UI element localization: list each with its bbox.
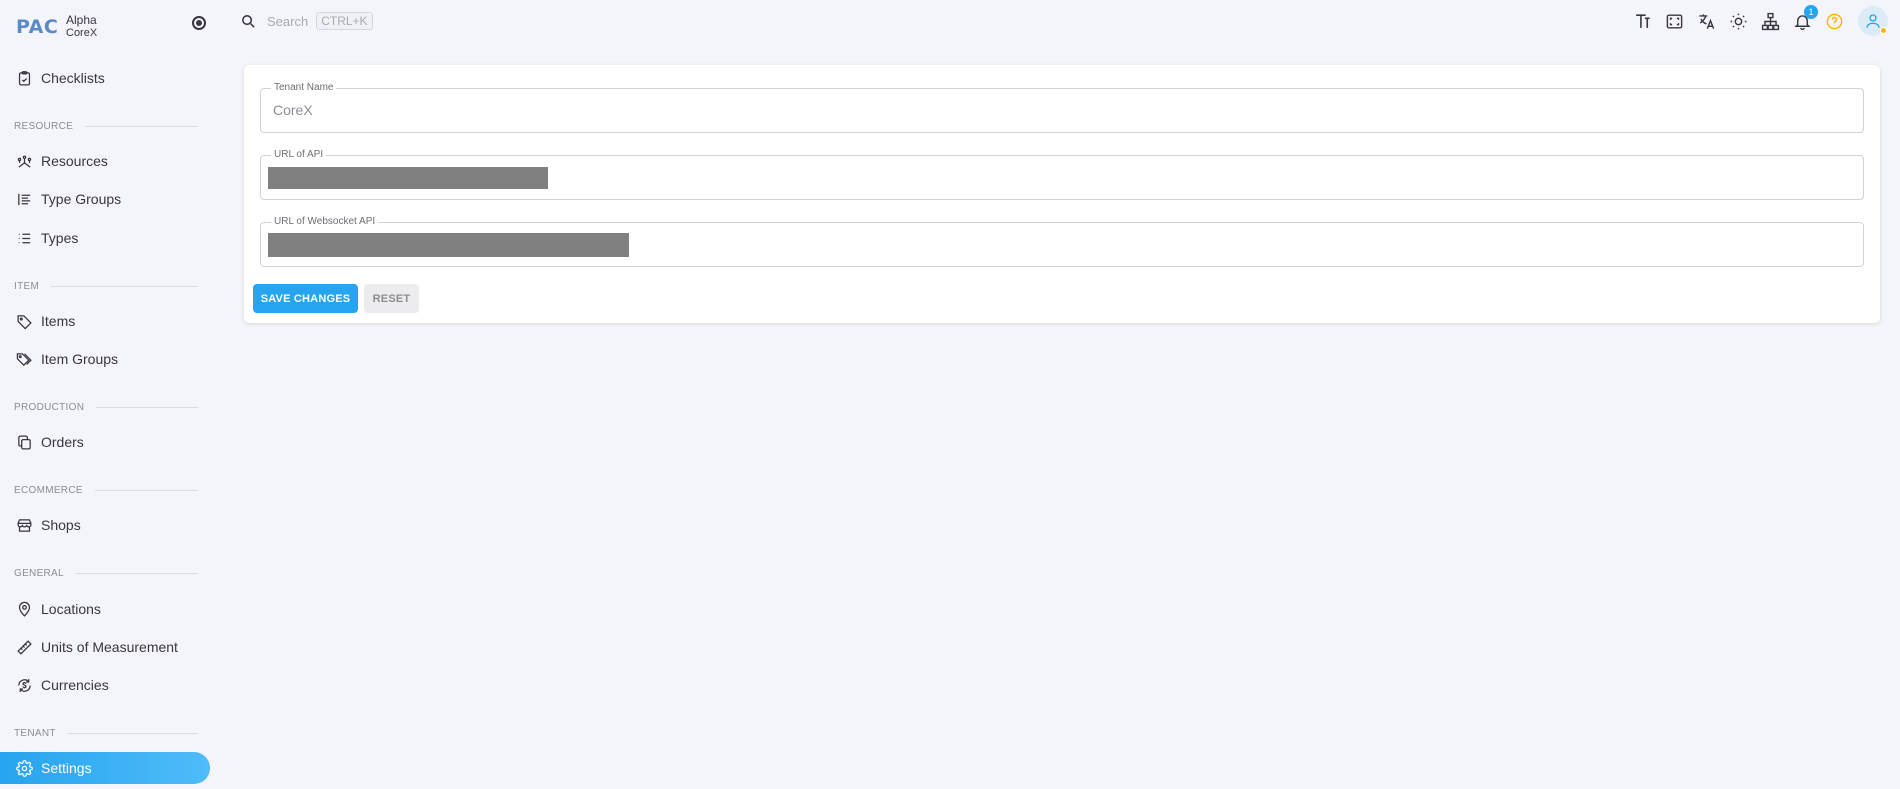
tenant-settings-card: Tenant Name CoreX URL of API URL of Webs… <box>244 65 1880 323</box>
brand-logo: PAC <box>16 16 59 38</box>
sidebar-item-type-groups[interactable]: Type Groups <box>0 183 210 215</box>
checklist-icon <box>18 70 31 86</box>
brand-name: Alpha <box>66 13 97 27</box>
sidebar-pin-icon[interactable] <box>192 16 206 30</box>
api-url-label: URL of API <box>271 149 327 160</box>
sitemap-icon[interactable] <box>1760 11 1780 31</box>
tenant-name-field[interactable]: Tenant Name CoreX <box>260 82 1864 133</box>
sidebar: PAC Alpha CoreX Checklists RESOURCE Reso… <box>0 0 210 789</box>
search-shortcut: CTRL+K <box>316 12 373 30</box>
types-icon <box>18 233 31 243</box>
sidebar-item-types[interactable]: Types <box>0 222 210 254</box>
topbar-actions: 1 <box>1620 5 1888 36</box>
gear-icon <box>16 759 33 777</box>
theme-icon[interactable] <box>1728 11 1748 31</box>
currency-icon <box>18 678 31 692</box>
sidebar-item-locations[interactable]: Locations <box>0 593 210 625</box>
fullscreen-icon[interactable] <box>1664 11 1684 31</box>
search-bar[interactable]: Search CTRL+K <box>240 10 373 32</box>
sidebar-item-label: Currencies <box>41 677 109 693</box>
sidebar-item-orders[interactable]: Orders <box>0 426 210 458</box>
translate-icon[interactable] <box>1696 11 1716 31</box>
api-url-field[interactable]: URL of API <box>260 149 1864 200</box>
sidebar-item-label: Locations <box>41 601 101 617</box>
sidebar-item-item-groups[interactable]: Item Groups <box>0 343 210 375</box>
sidebar-item-shops[interactable]: Shops <box>0 509 210 541</box>
notification-badge: 1 <box>1804 5 1818 19</box>
sidebar-item-label: Type Groups <box>41 191 122 207</box>
sidebar-item-label: Checklists <box>41 70 105 86</box>
bell-icon[interactable]: 1 <box>1792 5 1818 31</box>
sidebar-item-resources[interactable]: Resources <box>0 145 210 177</box>
user-avatar-icon[interactable] <box>1858 6 1888 36</box>
sidebar-item-label: Settings <box>41 760 92 776</box>
websocket-url-field[interactable]: URL of Websocket API <box>260 216 1864 267</box>
sidebar-item-checklists[interactable]: Checklists <box>0 62 210 94</box>
resources-icon <box>17 154 32 168</box>
sidebar-item-label: Resources <box>41 153 108 169</box>
sidebar-item-label: Units of Measurement <box>41 639 178 655</box>
text-size-icon[interactable] <box>1632 11 1652 31</box>
search-icon <box>242 14 255 28</box>
sidebar-item-label: Types <box>41 230 79 246</box>
orders-icon <box>18 434 31 450</box>
reset-button[interactable]: RESET <box>364 284 419 313</box>
type-groups-icon <box>18 193 31 205</box>
section-header-ecommerce: ECOMMERCE <box>14 483 198 497</box>
section-header-tenant: TENANT <box>14 726 198 740</box>
section-header-production: PRODUCTION <box>14 400 198 414</box>
section-header-item: ITEM <box>14 279 198 293</box>
sidebar-item-label: Items <box>41 313 76 329</box>
section-header-general: GENERAL <box>14 566 198 580</box>
sidebar-item-label: Orders <box>41 434 84 450</box>
shop-icon <box>17 518 32 532</box>
ruler-icon <box>17 639 32 655</box>
tags-icon <box>16 352 32 366</box>
sidebar-item-settings[interactable]: Settings <box>0 752 210 784</box>
websocket-url-redacted-value <box>268 233 629 257</box>
brand[interactable]: PAC Alpha CoreX <box>16 10 210 44</box>
websocket-url-label: URL of Websocket API <box>271 216 379 227</box>
sidebar-item-items[interactable]: Items <box>0 305 210 337</box>
tenant-name-label: Tenant Name <box>271 82 337 93</box>
sidebar-item-units-of-measurement[interactable]: Units of Measurement <box>0 631 210 663</box>
section-header-resource: RESOURCE <box>14 119 198 133</box>
status-dot <box>1880 27 1887 34</box>
save-changes-button[interactable]: SAVE CHANGES <box>253 284 358 313</box>
help-icon[interactable] <box>1824 11 1844 31</box>
api-url-redacted-value <box>268 167 548 189</box>
sidebar-item-label: Item Groups <box>41 351 119 367</box>
sidebar-item-label: Shops <box>41 517 81 533</box>
brand-tenant: CoreX <box>66 27 98 39</box>
tag-icon <box>17 314 32 329</box>
sidebar-item-currencies[interactable]: Currencies <box>0 669 210 701</box>
search-placeholder: Search <box>267 13 309 29</box>
location-icon <box>18 601 31 617</box>
tenant-name-value: CoreX <box>273 102 313 118</box>
